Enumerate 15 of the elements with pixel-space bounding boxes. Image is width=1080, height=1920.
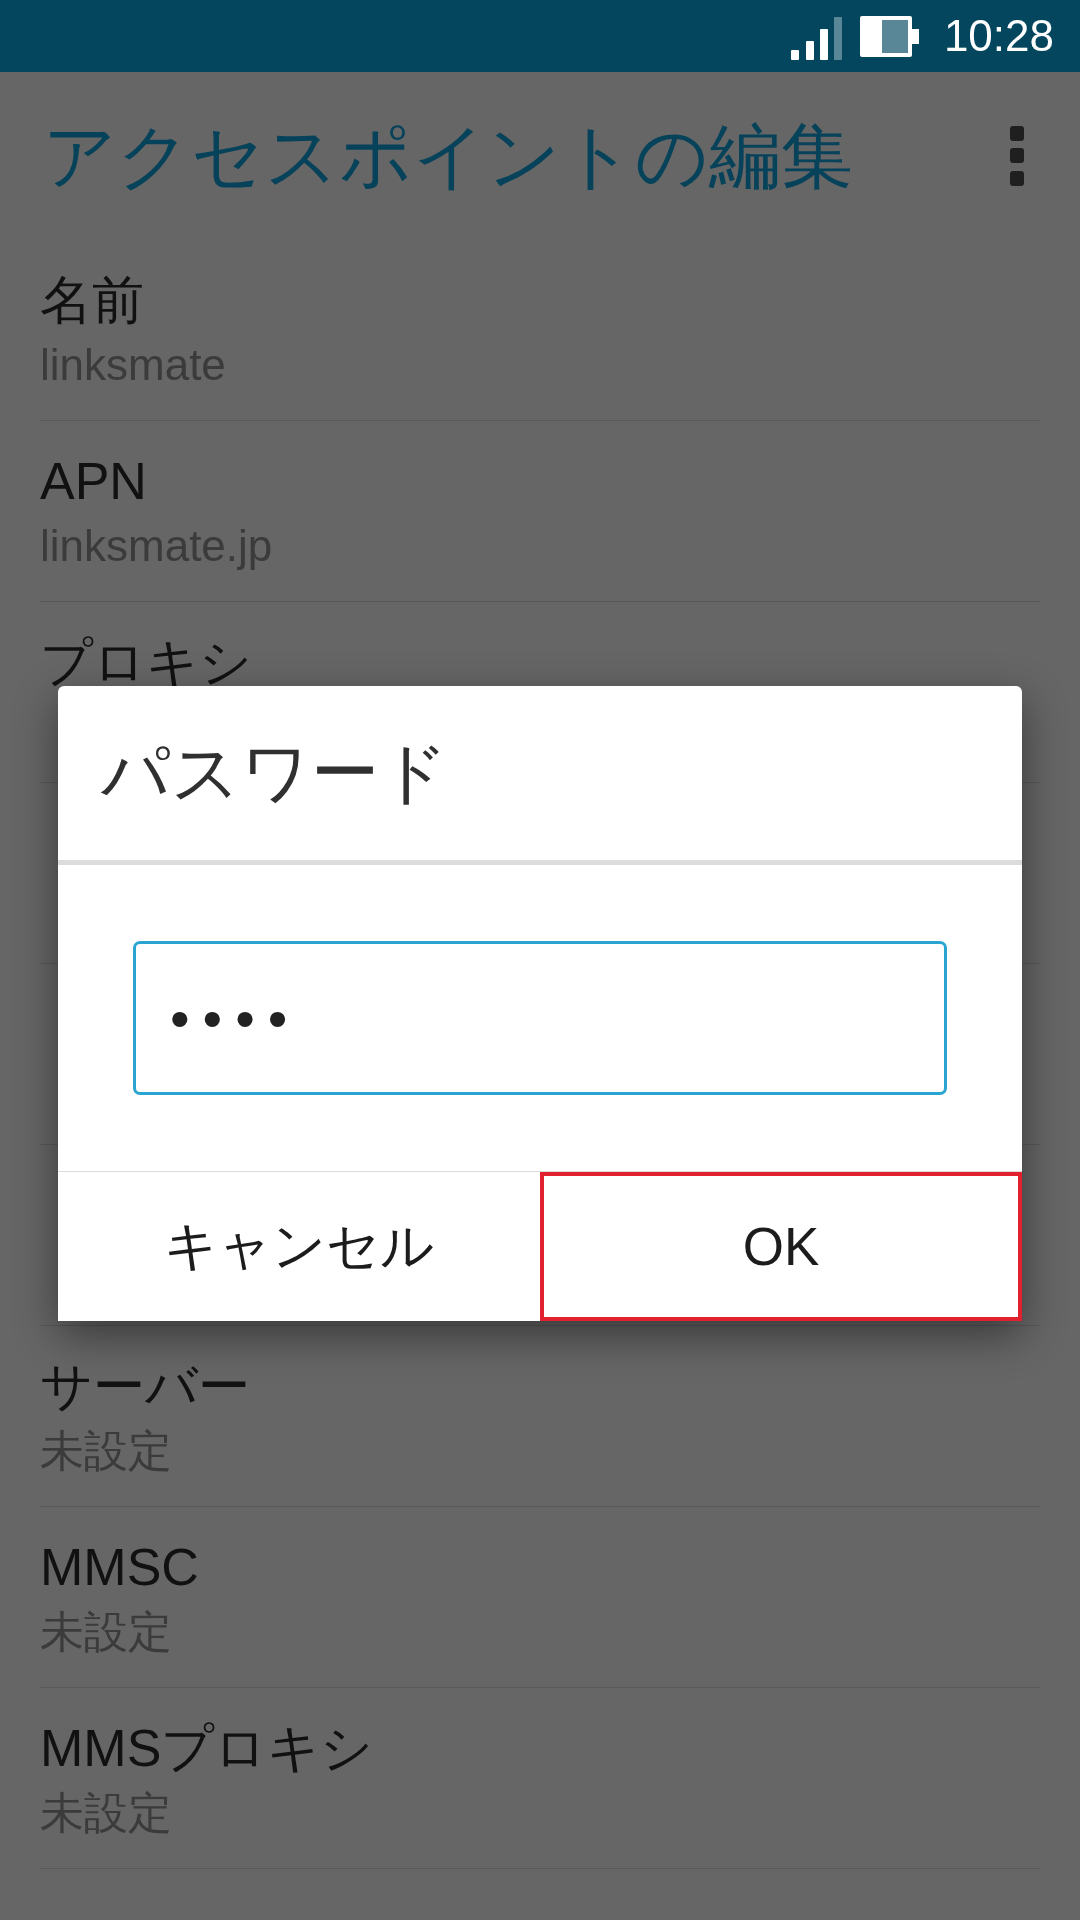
screen-title: アクセスポイントの編集 bbox=[43, 114, 853, 198]
setting-title: APN bbox=[40, 451, 147, 512]
battery-icon bbox=[859, 15, 919, 57]
signal-icon bbox=[790, 16, 842, 60]
password-field[interactable]: •••• bbox=[133, 941, 947, 1095]
menu-icon[interactable] bbox=[1010, 126, 1024, 186]
dialog-button[interactable]: キャンセル bbox=[58, 1172, 540, 1321]
status-time: 10:28 bbox=[943, 14, 1054, 58]
setting-title: MMSC bbox=[40, 1537, 199, 1598]
dialog-title: パスワード bbox=[101, 733, 449, 813]
setting-title: 名前 bbox=[40, 270, 144, 331]
setting-title: サーバー bbox=[40, 1356, 250, 1417]
setting-title: MMSプロキシ bbox=[40, 1718, 374, 1779]
dialog-button[interactable]: OK bbox=[540, 1172, 1022, 1321]
setting-title: プロキシ bbox=[40, 632, 252, 693]
